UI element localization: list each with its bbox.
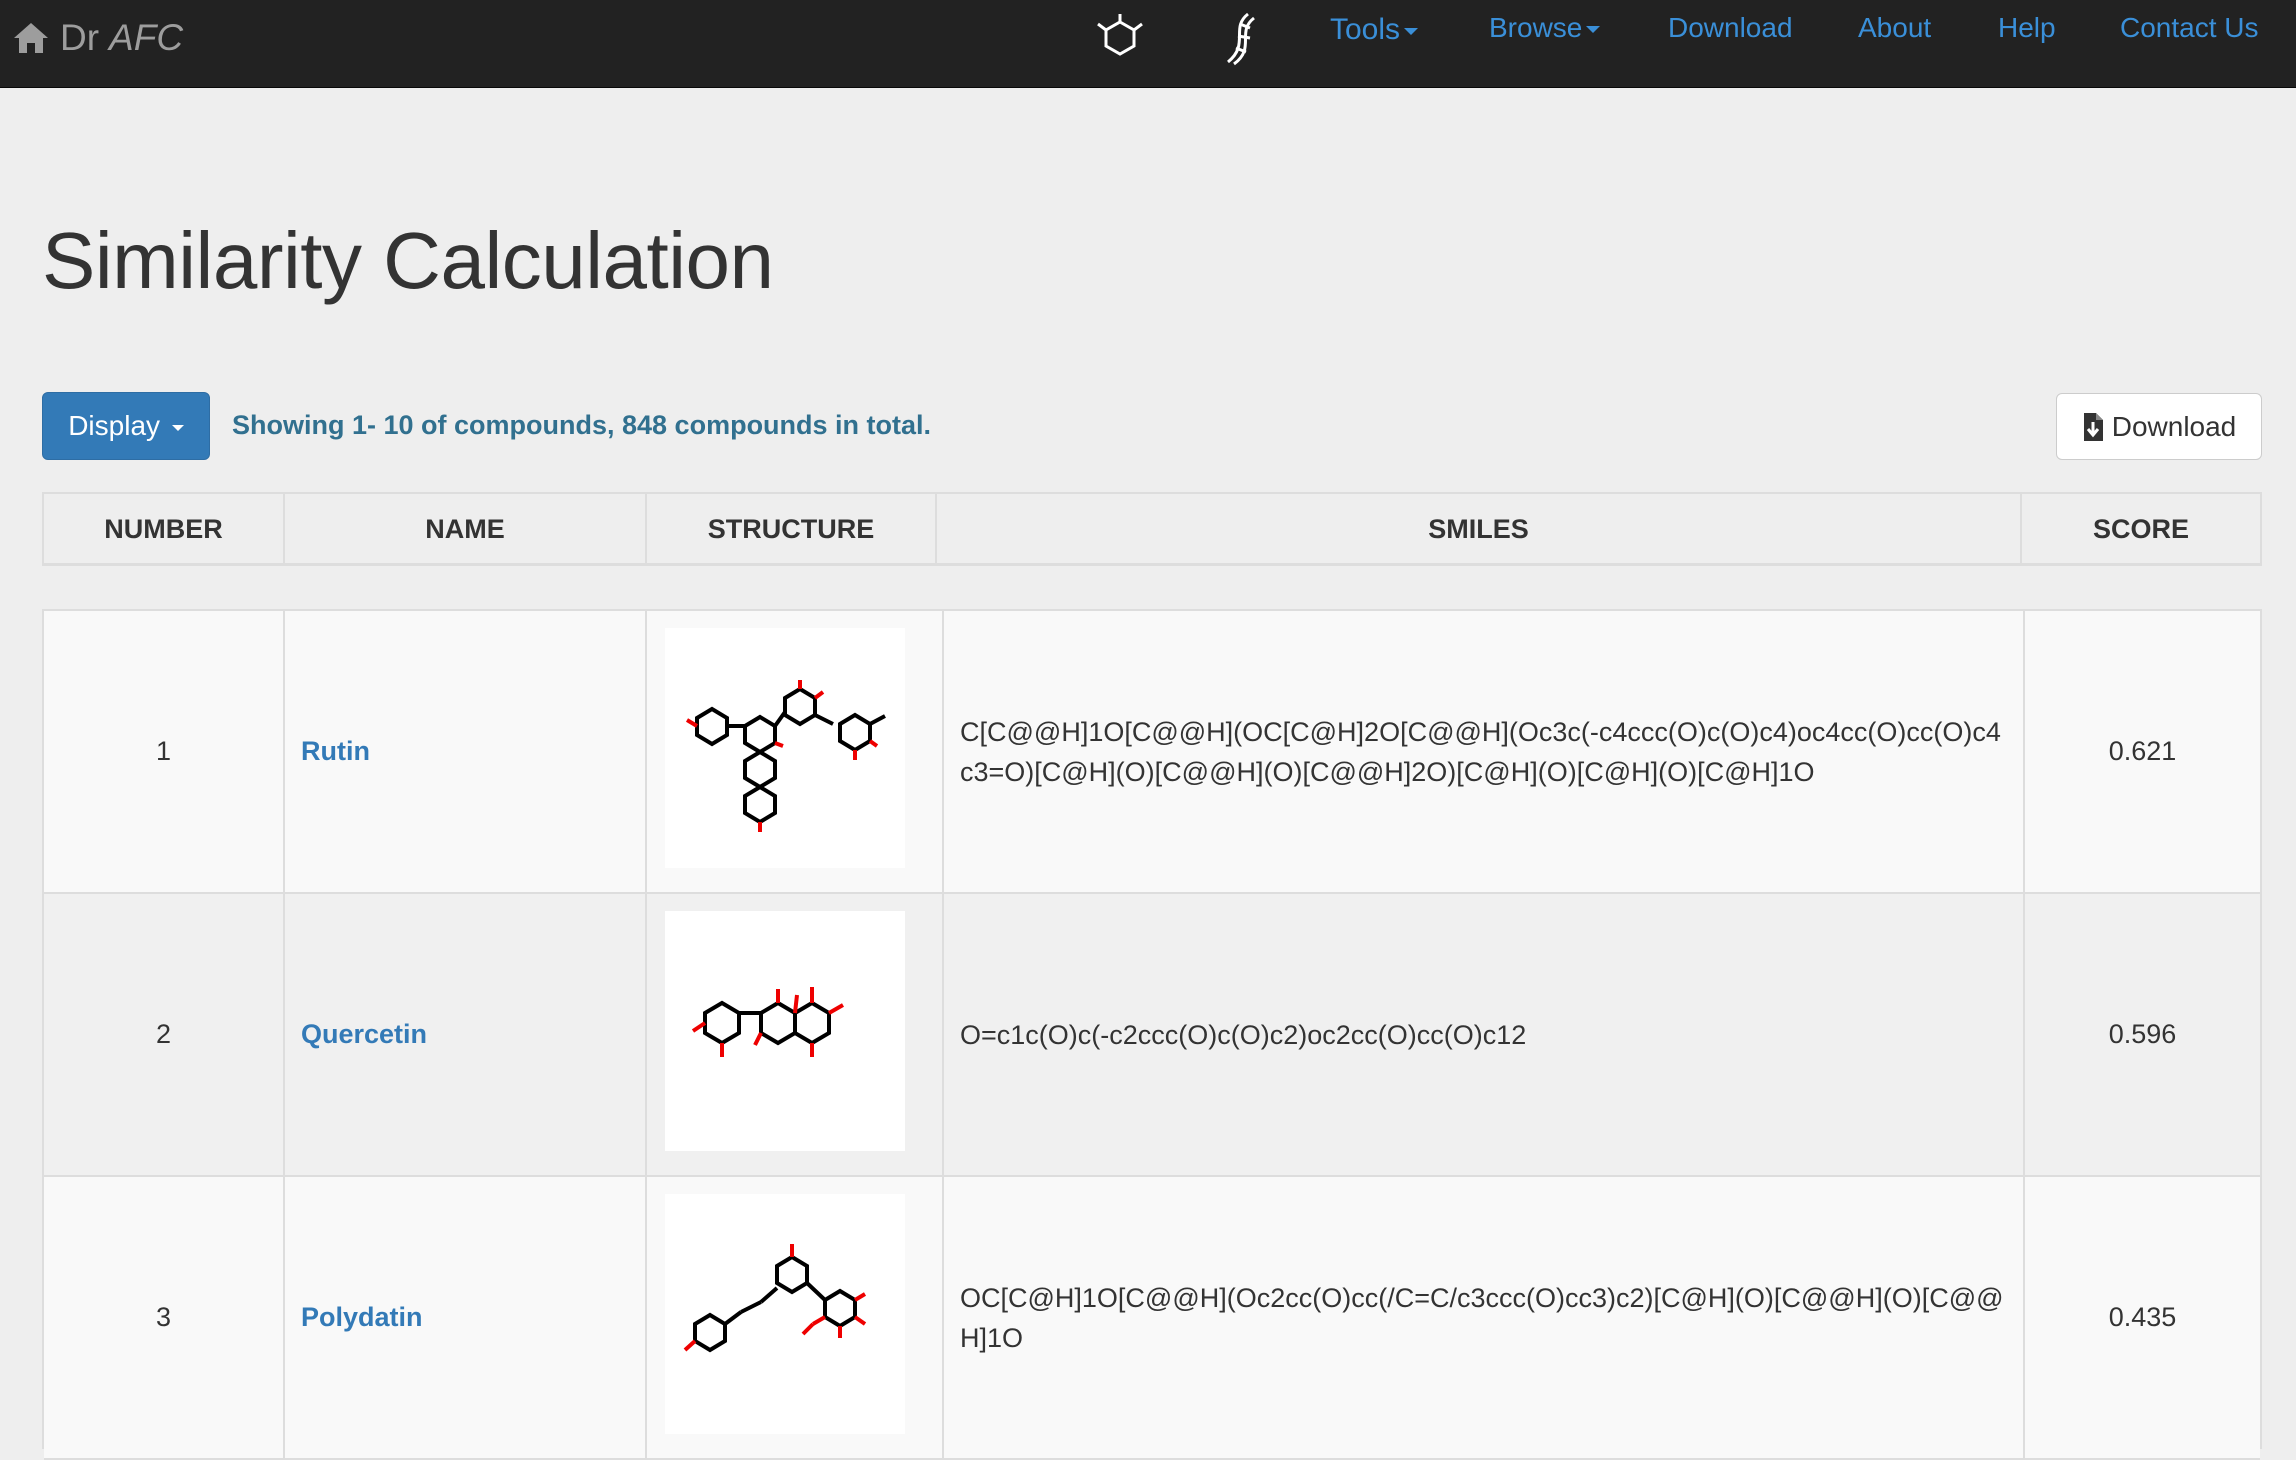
molecule-structure-icon xyxy=(683,1244,867,1353)
row-name-cell: Polydatin xyxy=(285,1177,647,1460)
row-structure-cell xyxy=(647,1177,944,1460)
header-score[interactable]: SCORE xyxy=(2022,494,2260,564)
structure-image[interactable] xyxy=(665,911,905,1151)
row-score: 0.621 xyxy=(2025,611,2260,894)
row-score: 0.435 xyxy=(2025,1177,2260,1460)
header-number[interactable]: NUMBER xyxy=(44,494,285,564)
nav-about[interactable]: About xyxy=(1858,10,1931,46)
compound-link[interactable]: Polydatin xyxy=(301,1302,423,1333)
download-button[interactable]: Download xyxy=(2056,393,2262,460)
header-structure[interactable]: STRUCTURE xyxy=(647,494,937,564)
results-summary: Showing 1- 10 of compounds, 848 compound… xyxy=(232,410,932,440)
file-download-icon xyxy=(2083,412,2103,441)
compound-link[interactable]: Rutin xyxy=(301,736,370,767)
table-row: 1 Rutin C[C@@H]1O[C@@H](OC[C@H]2O[C@@H](… xyxy=(44,611,2260,894)
header-smiles[interactable]: SMILES xyxy=(937,494,2022,564)
row-smiles: O=c1c(O)c(-c2ccc(O)c(O)c2)oc2cc(O)cc(O)c… xyxy=(944,894,2025,1177)
chevron-down-icon xyxy=(1586,26,1601,34)
table-row: 3 Polydatin OC[C@H]1O[C@@H](Oc2cc(O)cc(/… xyxy=(44,1177,2260,1460)
home-icon xyxy=(14,23,48,53)
display-button[interactable]: Display xyxy=(42,392,210,460)
row-score: 0.596 xyxy=(2025,894,2260,1177)
nav-download[interactable]: Download xyxy=(1668,10,1793,46)
row-structure-cell xyxy=(647,611,944,894)
display-button-label: Display xyxy=(68,410,161,441)
header-name[interactable]: NAME xyxy=(285,494,647,564)
nav-browse-label: Browse xyxy=(1489,12,1583,43)
row-smiles: C[C@@H]1O[C@@H](OC[C@H]2O[C@@H](Oc3c(-c4… xyxy=(944,611,2025,894)
molecule-structure-icon xyxy=(685,680,886,832)
nav-tools-label: Tools xyxy=(1330,13,1401,46)
table-row: 2 Quercetin O=c1c(O)c(-c2ccc(O)c(O)c2)oc… xyxy=(44,894,2260,1177)
table-header: NUMBER NAME STRUCTURE SMILES SCORE xyxy=(42,492,2262,566)
structure-image[interactable] xyxy=(665,628,905,868)
row-name-cell: Rutin xyxy=(285,611,647,894)
dna-icon[interactable] xyxy=(1210,10,1270,66)
nav-help[interactable]: Help xyxy=(1998,10,2056,46)
row-number: 2 xyxy=(44,894,285,1177)
row-name-cell: Quercetin xyxy=(285,894,647,1177)
nav-browse[interactable]: Browse xyxy=(1489,10,1601,46)
row-number: 1 xyxy=(44,611,285,894)
top-navbar: Dr AFC Tools Browse Download About Help … xyxy=(0,0,2296,88)
compound-link[interactable]: Quercetin xyxy=(301,1019,427,1050)
row-structure-cell xyxy=(647,894,944,1177)
page-title: Similarity Calculation xyxy=(42,216,774,305)
row-number: 3 xyxy=(44,1177,285,1460)
row-smiles: OC[C@H]1O[C@@H](Oc2cc(O)cc(/C=C/c3ccc(O)… xyxy=(944,1177,2025,1460)
download-button-label: Download xyxy=(2111,410,2237,442)
results-table: 1 Rutin C[C@@H]1O[C@@H](OC[C@H]2O[C@@H](… xyxy=(42,609,2262,1460)
chevron-down-icon xyxy=(171,424,184,431)
brand-prefix: Dr xyxy=(60,17,100,58)
nav-tools[interactable]: Tools xyxy=(1330,12,1419,48)
molecule-icon[interactable] xyxy=(1090,10,1150,66)
chevron-down-icon xyxy=(1404,27,1419,35)
structure-image[interactable] xyxy=(665,1194,905,1434)
nav-contact[interactable]: Contact Us xyxy=(2120,10,2259,46)
molecule-structure-icon xyxy=(691,987,844,1057)
brand-name: AFC xyxy=(109,17,184,58)
brand-link[interactable]: Dr AFC xyxy=(12,14,183,62)
